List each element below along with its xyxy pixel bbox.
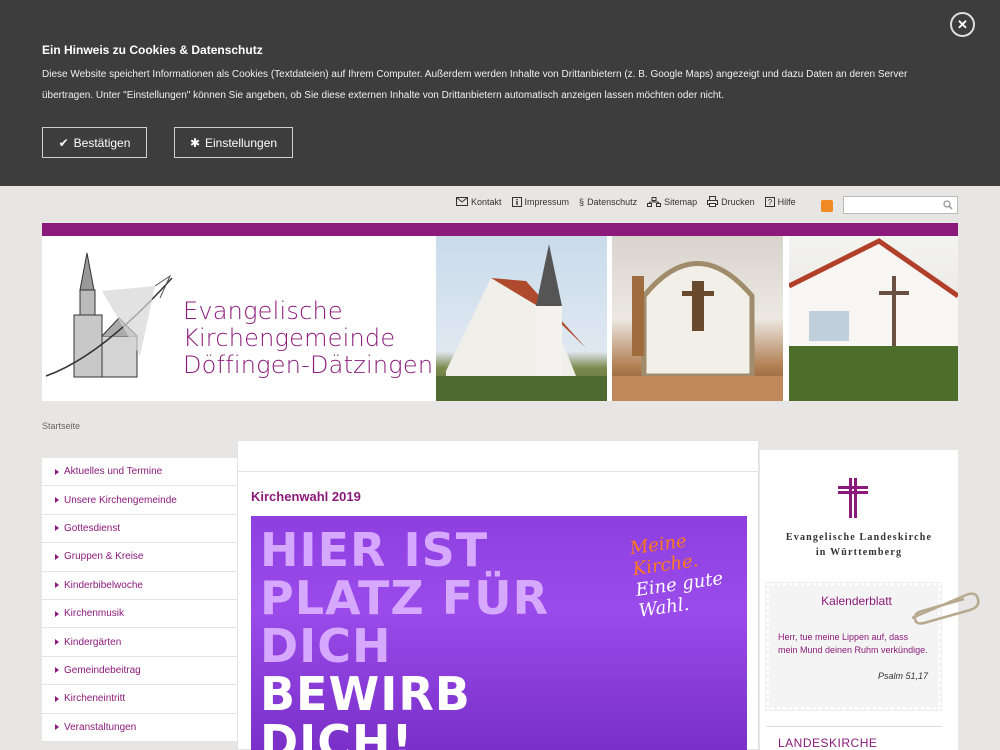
cookie-text: Diese Website speichert Informationen al…: [42, 69, 908, 101]
arrow-right-icon: [55, 724, 59, 731]
nav-datenschutz-label: Datenschutz: [587, 196, 638, 207]
arrow-right-icon: [55, 695, 59, 702]
nav-item-label: Veranstaltungen: [64, 721, 137, 733]
church-exterior-photo: [436, 236, 607, 401]
church-interior-drawing: [612, 261, 783, 401]
community-house-photo: [787, 236, 960, 401]
nav-impressum-label: Impressum: [524, 196, 570, 207]
kirchenwahl-banner[interactable]: HIER IST PLATZ FÜR DICH BEWIRB DICH! Mei…: [251, 516, 747, 750]
nav-item-aktuelles[interactable]: Aktuelles und Termine: [42, 458, 237, 487]
info-icon: [511, 196, 522, 207]
nav-item-label: Aktuelles und Termine: [64, 466, 163, 478]
nav-item-label: Kircheneintritt: [64, 693, 126, 705]
nav-item-kindergaerten[interactable]: Kindergärten: [42, 628, 237, 657]
arrow-right-icon: [55, 525, 59, 532]
nav-drucken[interactable]: Drucken: [707, 196, 755, 207]
paperclip-icon: [911, 592, 980, 625]
utility-nav: Kontakt Impressum § Datenschutz Sitemap …: [456, 196, 796, 207]
title-line-3: Döffingen-Dätzingen: [183, 351, 434, 379]
nav-item-kirchenmusik[interactable]: Kirchenmusik: [42, 600, 237, 629]
divider: [766, 726, 942, 727]
title-line-1: Evangelische: [183, 297, 343, 325]
breadcrumb[interactable]: Startseite: [42, 421, 80, 431]
landeskirche-line-2: in Württemberg: [815, 547, 903, 558]
community-house-drawing: [787, 238, 960, 401]
nav-item-label: Gottesdienst: [64, 522, 121, 534]
nav-impressum[interactable]: Impressum: [511, 196, 570, 207]
banner-line-4: BEWIRB: [260, 667, 471, 721]
arrow-right-icon: [55, 497, 59, 504]
settings-button[interactable]: ✱ Einstellungen: [174, 127, 293, 158]
church-exterior-drawing: [436, 244, 607, 401]
nav-item-label: Gemeindebeitrag: [64, 664, 141, 676]
confirm-button[interactable]: ✔ Bestätigen: [42, 127, 147, 158]
kalenderblatt-text: Herr, tue meine Lippen auf, dass mein Mu…: [778, 632, 928, 655]
banner-line-5: DICH!: [260, 715, 414, 750]
nav-item-kircheneintritt[interactable]: Kircheneintritt: [42, 685, 237, 714]
help-icon: ?: [764, 196, 775, 207]
article-heading[interactable]: Kirchenwahl 2019: [251, 489, 361, 504]
nav-hilfe[interactable]: ? Hilfe: [764, 196, 796, 207]
site-header: Evangelische Kirchengemeinde Döffingen-D…: [42, 236, 960, 401]
printer-icon: [707, 196, 719, 207]
arrow-right-icon: [55, 667, 59, 674]
banner-line-1: HIER IST: [260, 523, 489, 577]
nav-item-label: Unsere Kirchengemeinde: [64, 494, 177, 506]
church-interior-photo: [612, 236, 783, 401]
svg-text:?: ?: [767, 198, 772, 207]
close-icon: ✕: [957, 16, 968, 32]
nav-item-gottesdienst[interactable]: Gottesdienst: [42, 515, 237, 544]
sitemap-icon: [647, 196, 662, 207]
search-icon[interactable]: [943, 200, 953, 210]
landeskirche-cross-icon[interactable]: [836, 478, 870, 518]
banner-line-3: DICH: [260, 619, 392, 673]
gear-icon: ✱: [189, 135, 200, 150]
nav-item-label: Kinderbibelwoche: [64, 579, 143, 591]
nav-hilfe-label: Hilfe: [777, 196, 796, 207]
nav-drucken-label: Drucken: [721, 196, 755, 207]
site-title[interactable]: Evangelische Kirchengemeinde Döffingen-D…: [183, 298, 433, 379]
arrow-right-icon: [55, 582, 59, 589]
nav-item-label: Kindergärten: [64, 636, 122, 648]
settings-label: Einstellungen: [205, 135, 278, 150]
cookie-banner: Ein Hinweis zu Cookies & Datenschutz Die…: [0, 0, 1000, 186]
arrow-right-icon: [55, 553, 59, 560]
nav-item-veranstaltungen[interactable]: Veranstaltungen: [42, 714, 237, 742]
nav-kontakt-label: Kontakt: [471, 196, 502, 207]
nav-item-label: Gruppen & Kreise: [64, 551, 144, 563]
title-line-2: Kirchengemeinde: [183, 324, 396, 352]
landeskirche-logo-text[interactable]: Evangelische Landeskirche in Württemberg: [765, 530, 953, 560]
landeskirche-line-1: Evangelische Landeskirche: [785, 532, 933, 543]
rss-icon[interactable]: [821, 200, 833, 212]
nav-datenschutz[interactable]: § Datenschutz: [579, 197, 637, 207]
nav-sitemap[interactable]: Sitemap: [647, 196, 698, 207]
nav-sitemap-label: Sitemap: [664, 196, 698, 207]
church-logo[interactable]: [42, 236, 192, 401]
divider: [238, 471, 758, 472]
sidebar-nav: Aktuelles und Termine Unsere Kirchengeme…: [42, 458, 237, 742]
close-button[interactable]: ✕: [950, 12, 975, 37]
landeskirche-heading: LANDESKIRCHE: [778, 736, 878, 750]
arrow-right-icon: [55, 610, 59, 617]
kalenderblatt-reference: Psalm 51,17: [877, 671, 928, 681]
main-content: Kirchenwahl 2019 HIER IST PLATZ FÜR DICH…: [237, 440, 759, 750]
nav-item-label: Kirchenmusik: [64, 608, 125, 620]
cookie-title: Ein Hinweis zu Cookies & Datenschutz: [42, 43, 263, 57]
search-input[interactable]: [843, 196, 958, 214]
confirm-label: Bestätigen: [73, 135, 131, 150]
arrow-right-icon: [55, 639, 59, 646]
banner-slogan: Meine Kirche. Eine gute Wahl.: [629, 526, 728, 622]
nav-item-gruppen[interactable]: Gruppen & Kreise: [42, 543, 237, 572]
banner-line-2: PLATZ FÜR: [260, 571, 549, 625]
checkmark-icon: ✔: [58, 135, 69, 150]
mail-icon: [456, 197, 468, 206]
nav-kontakt[interactable]: Kontakt: [456, 197, 502, 207]
nav-item-kinderbibelwoche[interactable]: Kinderbibelwoche: [42, 572, 237, 600]
header-bar: [42, 223, 958, 236]
nav-item-kirchengemeinde[interactable]: Unsere Kirchengemeinde: [42, 486, 237, 515]
paragraph-icon: §: [579, 196, 585, 207]
arrow-right-icon: [55, 468, 59, 475]
nav-item-gemeindebeitrag[interactable]: Gemeindebeitrag: [42, 657, 237, 686]
